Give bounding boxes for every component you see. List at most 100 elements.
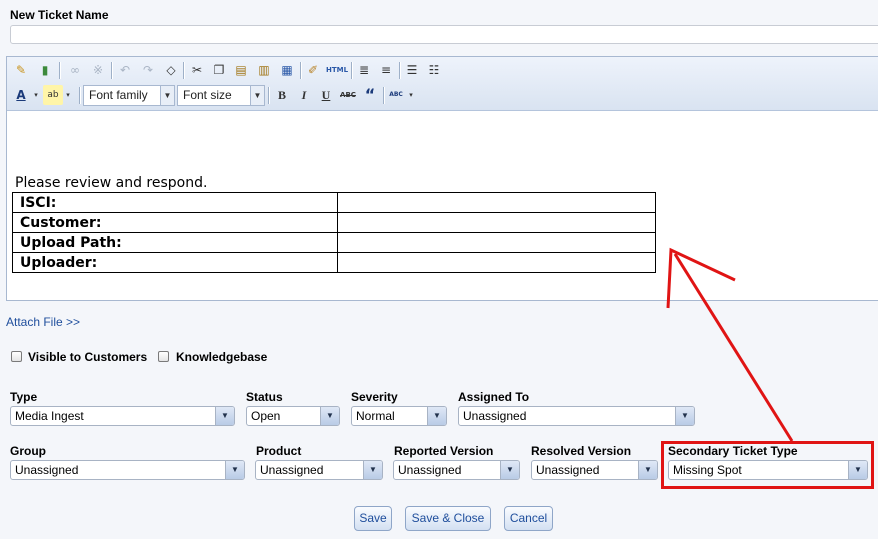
visible-to-customers-label: Visible to Customers [28,350,148,364]
paste-text-icon[interactable]: ▥ [254,60,274,80]
eraser-icon[interactable]: ◇ [161,60,181,80]
copy-icon[interactable]: ❐ [209,60,229,80]
product-label: Product [256,444,302,458]
text-color-dropdown-icon[interactable]: ▾ [31,85,41,105]
indent-icon[interactable]: ≡ [376,60,396,80]
assigned-to-select[interactable]: Unassigned ▼ [458,406,695,426]
cancel-button[interactable]: Cancel [504,506,553,531]
toolbar-separator [300,62,301,79]
toolbar-separator [111,62,112,79]
save-button[interactable]: Save [354,506,392,531]
chevron-down-icon: ▼ [427,407,446,425]
cleanup-brush-icon[interactable]: ✐ [303,60,323,80]
table-row: Customer: [12,212,656,233]
table-cell-value[interactable] [337,192,656,213]
highlight-color-icon[interactable]: ab [43,85,63,105]
font-family-select[interactable]: Font family ▼ [83,85,175,106]
table-row: Uploader: [12,252,656,273]
outdent-icon[interactable]: ≣ [354,60,374,80]
status-value: Open [251,409,281,423]
toolbar-separator [351,62,352,79]
chevron-down-icon: ▼ [160,86,174,105]
table-cell-value[interactable] [337,252,656,273]
cut-icon[interactable]: ✂ [187,60,207,80]
table-cell-value[interactable] [337,212,656,233]
font-size-label: Font size [183,88,232,102]
table-cell-label: ISCI: [12,192,338,213]
chevron-down-icon: ▼ [675,407,694,425]
chevron-down-icon: ▼ [320,407,339,425]
resolved-version-label: Resolved Version [531,444,632,458]
undo-icon[interactable]: ↶ [115,60,135,80]
table-cell-label: Upload Path: [12,232,338,253]
assigned-to-value: Unassigned [463,409,527,423]
editor-intro-text: Please review and respond. [15,175,208,191]
paste-word-icon[interactable]: ▦ [277,60,297,80]
type-select[interactable]: Media Ingest ▼ [10,406,235,426]
numbered-list-icon[interactable]: ☷ [424,60,444,80]
spellcheck-button[interactable]: ABC [386,85,406,105]
ticket-name-input[interactable] [10,25,878,44]
toolbar-separator [383,87,384,104]
editor-toolbar: ✎ ▮ ∞ ※ ↶ ↷ ◇ ✂ ❐ ▤ ▥ ▦ ✐ HTML ≣ ≡ ☰ ☷ A [7,57,878,111]
rich-text-editor: ✎ ▮ ∞ ※ ↶ ↷ ◇ ✂ ❐ ▤ ▥ ▦ ✐ HTML ≣ ≡ ☰ ☷ A [6,56,878,301]
spellcheck-dropdown-icon[interactable]: ▾ [406,85,416,105]
paste-icon[interactable]: ▤ [231,60,251,80]
group-label: Group [10,444,46,458]
pencil-icon[interactable]: ✎ [11,60,31,80]
resolved-version-select[interactable]: Unassigned ▼ [531,460,658,480]
link-icon[interactable]: ∞ [65,60,85,80]
chevron-down-icon: ▼ [225,461,244,479]
font-family-label: Font family [89,88,148,102]
bold-button[interactable]: B [272,85,292,105]
save-and-close-button[interactable]: Save & Close [405,506,491,531]
chevron-down-icon: ▼ [363,461,382,479]
table-cell-label: Uploader: [12,252,338,273]
group-value: Unassigned [15,463,79,477]
info-table: ISCI: Customer: Upload Path: Uploader: [12,192,656,273]
resolved-version-value: Unassigned [536,463,600,477]
unlink-icon[interactable]: ※ [88,60,108,80]
toolbar-separator [399,62,400,79]
text-color-icon[interactable]: A [11,85,31,105]
assigned-to-label: Assigned To [458,390,530,404]
bullet-list-icon[interactable]: ☰ [402,60,422,80]
table-cell-value[interactable] [337,232,656,253]
chevron-down-icon: ▼ [638,461,657,479]
severity-select[interactable]: Normal ▼ [351,406,447,426]
product-select[interactable]: Unassigned ▼ [255,460,383,480]
table-cell-label: Customer: [12,212,338,233]
visible-to-customers-checkbox[interactable] [11,351,22,362]
books-icon[interactable]: ▮ [35,60,55,80]
chevron-down-icon: ▼ [215,407,234,425]
knowledgebase-label: Knowledgebase [176,350,268,364]
product-value: Unassigned [260,463,324,477]
reported-version-value: Unassigned [398,463,462,477]
redo-icon[interactable]: ↷ [138,60,158,80]
strikethrough-button[interactable]: ABC [338,85,358,105]
ticket-name-label: New Ticket Name [10,8,109,22]
annotation-highlight-box [661,441,874,489]
reported-version-select[interactable]: Unassigned ▼ [393,460,520,480]
table-row: ISCI: [12,192,656,213]
attach-file-link[interactable]: Attach File >> [6,315,80,329]
editor-content[interactable]: Please review and respond. ISCI: Custome… [7,112,878,300]
knowledgebase-checkbox[interactable] [158,351,169,362]
table-row: Upload Path: [12,232,656,253]
chevron-down-icon: ▼ [500,461,519,479]
toolbar-separator [183,62,184,79]
reported-version-label: Reported Version [394,444,494,458]
html-icon[interactable]: HTML [325,60,349,80]
font-size-select[interactable]: Font size ▼ [177,85,265,106]
underline-button[interactable]: U [316,85,336,105]
toolbar-separator [79,87,80,104]
severity-value: Normal [356,409,395,423]
chevron-down-icon: ▼ [250,86,264,105]
toolbar-separator [59,62,60,79]
highlight-dropdown-icon[interactable]: ▾ [63,85,73,105]
severity-label: Severity [351,390,398,404]
status-select[interactable]: Open ▼ [246,406,340,426]
blockquote-button[interactable]: “ [360,85,380,105]
italic-button[interactable]: I [294,85,314,105]
group-select[interactable]: Unassigned ▼ [10,460,245,480]
